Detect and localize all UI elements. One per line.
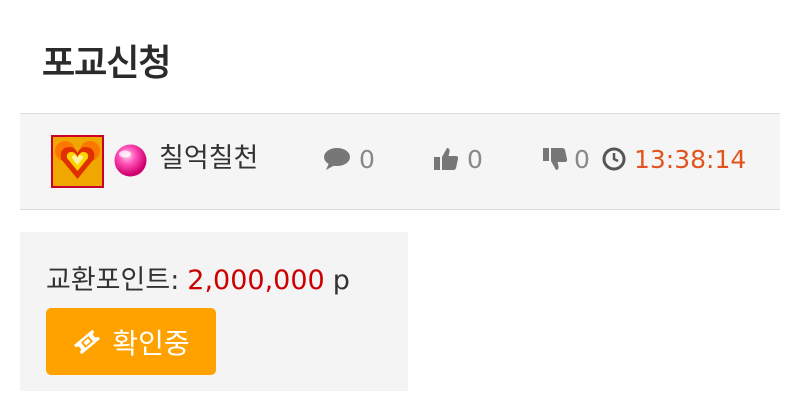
thumbs-up-icon (434, 148, 459, 170)
ticket-icon (74, 329, 101, 354)
post-time: 13:38:14 (602, 140, 746, 178)
page-title: 포교신청 (42, 43, 171, 84)
exchange-points-value: 2,000,000 (187, 265, 325, 296)
post-meta-bar: 칠억칠천 0 0 0 13:38:14 (20, 113, 780, 210)
clock-icon (602, 147, 626, 171)
exchange-points-label: 교환포인트: (46, 265, 180, 296)
comment-icon (324, 148, 350, 170)
exchange-info-box: 교환포인트: 2,000,000 p 확인중 (20, 232, 408, 391)
flame-heart-icon (53, 137, 102, 186)
comment-count: 0 (323, 140, 375, 178)
like-count[interactable]: 0 (433, 140, 483, 178)
author-nickname[interactable]: 칠억칠천 (159, 140, 258, 178)
exchange-points-row: 교환포인트: 2,000,000 p (46, 262, 350, 300)
exchange-points-unit: p (332, 265, 350, 296)
like-count-value: 0 (467, 144, 483, 174)
status-button[interactable]: 확인중 (46, 308, 216, 375)
status-button-label: 확인중 (112, 326, 190, 360)
post-time-value: 13:38:14 (634, 144, 747, 174)
author-avatar[interactable] (51, 135, 104, 188)
dislike-count[interactable]: 0 (542, 140, 590, 178)
level-badge-icon (113, 143, 148, 178)
dislike-count-value: 0 (574, 144, 590, 174)
thumbs-down-icon (543, 148, 568, 170)
comment-count-value: 0 (359, 144, 375, 174)
